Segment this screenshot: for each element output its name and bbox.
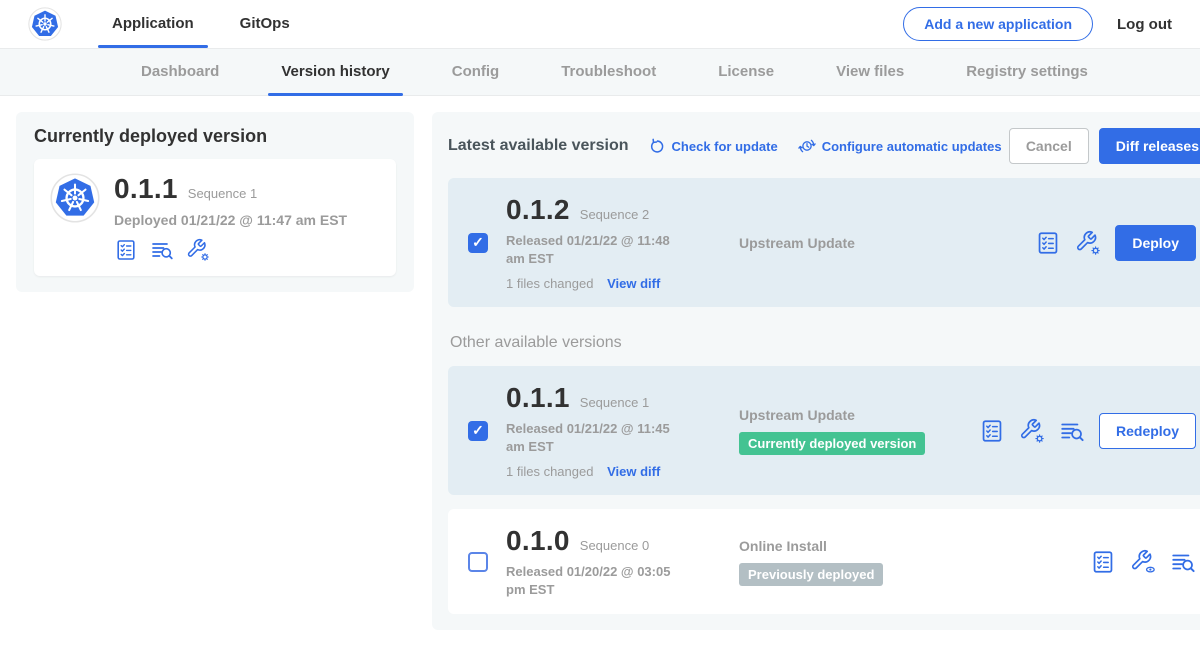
currently-deployed-badge: Currently deployed version xyxy=(739,432,925,455)
sequence-label: Sequence 1 xyxy=(580,395,649,410)
subnav-tab-config[interactable]: Config xyxy=(439,49,512,95)
top-nav: Application GitOps Add a new application… xyxy=(0,0,1200,48)
subnav-tab-version-history[interactable]: Version history xyxy=(268,49,402,95)
logout-button[interactable]: Log out xyxy=(1117,16,1172,33)
tab-gitops[interactable]: GitOps xyxy=(226,0,304,48)
kubernetes-logo-icon xyxy=(28,7,62,41)
cancel-button[interactable]: Cancel xyxy=(1009,128,1089,164)
view-config-icon[interactable] xyxy=(1130,549,1156,575)
version-row-0-1-2: 0.1.2 Sequence 2 Released 01/21/22 @ 11:… xyxy=(448,178,1200,307)
check-update-icon xyxy=(649,138,666,155)
currently-deployed-panel: Currently deployed version 0.1.1 Sequenc… xyxy=(16,112,414,292)
edit-config-icon[interactable] xyxy=(1019,418,1045,444)
diff-releases-button[interactable]: Diff releases xyxy=(1099,128,1200,164)
subnav-tab-troubleshoot[interactable]: Troubleshoot xyxy=(548,49,669,95)
version-row-0-1-1: 0.1.1 Sequence 1 Released 01/21/22 @ 11:… xyxy=(448,366,1200,495)
available-versions-panel: Latest available version Check for updat… xyxy=(432,112,1200,630)
version-row-0-1-0: 0.1.0 Sequence 0 Released 01/20/22 @ 03:… xyxy=(448,509,1200,614)
version-source-label: Upstream Update xyxy=(739,407,979,423)
view-files-icon[interactable] xyxy=(1059,418,1085,444)
files-changed-label: 1 files changed xyxy=(506,464,593,479)
version-checkbox[interactable] xyxy=(468,421,488,441)
deploy-button[interactable]: Deploy xyxy=(1115,225,1196,261)
version-checkbox[interactable] xyxy=(468,552,488,572)
tab-application[interactable]: Application xyxy=(98,0,208,48)
deployed-sequence-label: Sequence 1 xyxy=(188,186,257,201)
version-source-label: Upstream Update xyxy=(739,235,979,251)
released-timestamp: Released 01/21/22 @ 11:45 am EST xyxy=(506,420,686,455)
version-number: 0.1.1 xyxy=(506,382,570,414)
version-checkbox[interactable] xyxy=(468,233,488,253)
check-for-update-link[interactable]: Check for update xyxy=(649,138,778,155)
version-number: 0.1.0 xyxy=(506,525,570,557)
latest-available-title: Latest available version xyxy=(448,137,629,155)
version-history-page: Currently deployed version 0.1.1 Sequenc… xyxy=(0,96,1200,646)
previously-deployed-badge: Previously deployed xyxy=(739,563,883,586)
preflight-checks-icon[interactable] xyxy=(1035,230,1061,256)
released-timestamp: Released 01/20/22 @ 03:05 pm EST xyxy=(506,563,686,598)
other-available-versions-title: Other available versions xyxy=(450,334,1200,352)
files-changed-label: 1 files changed xyxy=(506,276,593,291)
version-number: 0.1.2 xyxy=(506,194,570,226)
preflight-checks-icon[interactable] xyxy=(1090,549,1116,575)
add-new-application-button[interactable]: Add a new application xyxy=(903,7,1093,41)
auto-update-icon xyxy=(798,137,816,155)
sequence-label: Sequence 2 xyxy=(580,207,649,222)
deployed-timestamp: Deployed 01/21/22 @ 11:47 am EST xyxy=(114,212,347,228)
sequence-label: Sequence 0 xyxy=(580,538,649,553)
app-sub-nav: Dashboard Version history Config Trouble… xyxy=(0,48,1200,96)
edit-config-icon[interactable] xyxy=(1075,230,1101,256)
edit-config-icon[interactable] xyxy=(186,238,210,262)
app-logo-icon xyxy=(50,173,100,223)
view-files-icon[interactable] xyxy=(1170,549,1196,575)
available-versions-header: Latest available version Check for updat… xyxy=(448,128,1200,164)
subnav-tab-dashboard[interactable]: Dashboard xyxy=(128,49,232,95)
view-files-icon[interactable] xyxy=(150,238,174,262)
released-timestamp: Released 01/21/22 @ 11:48 am EST xyxy=(506,232,686,267)
subnav-tab-registry-settings[interactable]: Registry settings xyxy=(953,49,1101,95)
preflight-checks-icon[interactable] xyxy=(114,238,138,262)
view-diff-link[interactable]: View diff xyxy=(607,464,660,479)
subnav-tab-view-files[interactable]: View files xyxy=(823,49,917,95)
configure-automatic-updates-link[interactable]: Configure automatic updates xyxy=(798,137,1002,155)
currently-deployed-title: Currently deployed version xyxy=(34,126,396,147)
deployed-version-card: 0.1.1 Sequence 1 Deployed 01/21/22 @ 11:… xyxy=(34,159,396,276)
redeploy-button[interactable]: Redeploy xyxy=(1099,413,1196,449)
preflight-checks-icon[interactable] xyxy=(979,418,1005,444)
version-source-label: Online Install xyxy=(739,538,979,554)
subnav-tab-license[interactable]: License xyxy=(705,49,787,95)
deployed-version-number: 0.1.1 xyxy=(114,173,178,205)
view-diff-link[interactable]: View diff xyxy=(607,276,660,291)
